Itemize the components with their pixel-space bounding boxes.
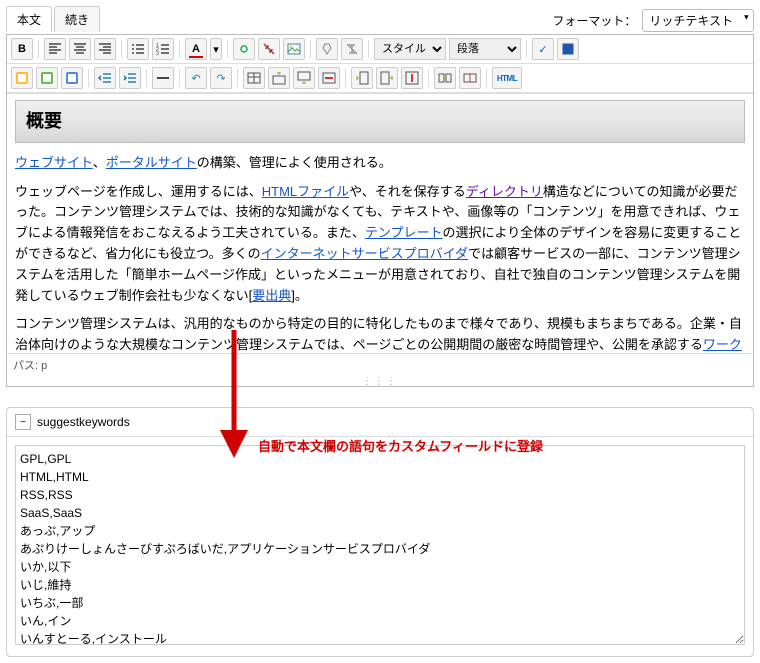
toolbar-row-2: ↶ ↷ HTML [7,64,753,93]
paragraph-3: コンテンツ管理システムは、汎用的なものから特定の目的に特化したものまで様々であり… [15,314,745,353]
table-delete-col-button[interactable] [401,67,423,89]
content-heading: 概要 [15,100,745,143]
unordered-list-button[interactable] [127,38,149,60]
collapse-toggle[interactable]: − [15,414,31,430]
spellcheck-button[interactable]: ✓ [532,38,554,60]
unlink-button[interactable] [258,38,280,60]
paragraph-2: ウェッブページを作成し、運用するには、HTMLファイルや、それを保存するディレク… [15,182,745,307]
editor-content[interactable]: 概要 ウェブサイト、ポータルサイトの構築、管理によく使用される。 ウェッブページ… [7,93,753,353]
remove-format-button[interactable] [341,38,363,60]
table-row-before-button[interactable] [268,67,290,89]
editor-tabs: 本文 続き [6,6,100,32]
clean-button[interactable] [316,38,338,60]
table-button[interactable] [243,67,265,89]
toolbar-row-1: B 123 A ▾ スタイル 段落 ✓ [7,35,753,64]
link-button[interactable] [233,38,255,60]
keywords-textarea[interactable] [15,445,745,645]
tab-body[interactable]: 本文 [6,6,52,32]
merge-cells-button[interactable] [434,67,456,89]
align-center-button[interactable] [69,38,91,60]
tab-continue[interactable]: 続き [54,6,100,32]
table-col-before-button[interactable] [351,67,373,89]
rich-text-editor: B 123 A ▾ スタイル 段落 ✓ ↶ ↷ [6,34,754,387]
format-label: フォーマット： [552,12,636,29]
link-html-file[interactable]: HTMLファイル [262,184,349,199]
resize-handle[interactable]: ⋮⋮⋮ [7,376,753,386]
wp-gallery-button[interactable] [11,67,33,89]
indent-button[interactable] [119,67,141,89]
redo-button[interactable]: ↷ [210,67,232,89]
ordered-list-button[interactable]: 123 [152,38,174,60]
align-left-button[interactable] [44,38,66,60]
table-row-after-button[interactable] [293,67,315,89]
image-button[interactable] [283,38,305,60]
fullscreen-button[interactable] [557,38,579,60]
hr-button[interactable] [152,67,174,89]
link-portal[interactable]: ポータルサイト [106,155,197,170]
link-citation-needed[interactable]: 要出典 [252,288,291,303]
html-mode-button[interactable]: HTML [492,67,522,89]
text-color-button[interactable]: A [185,38,207,60]
path-bar: パス: p [7,353,753,376]
split-cells-button[interactable] [459,67,481,89]
align-right-button[interactable] [94,38,116,60]
bold-button[interactable]: B [11,38,33,60]
custom-field-title: suggestkeywords [37,415,130,429]
format-select[interactable]: リッチテキスト [642,9,754,32]
link-website[interactable]: ウェブサイト [15,155,93,170]
paragraph-1: ウェブサイト、ポータルサイトの構築、管理によく使用される。 [15,153,745,174]
link-isp[interactable]: インターネットサービスプロバイダ [261,246,468,261]
svg-text:3: 3 [156,51,159,56]
table-delete-row-button[interactable] [318,67,340,89]
undo-button[interactable]: ↶ [185,67,207,89]
wp-more-button[interactable] [61,67,83,89]
style-select[interactable]: スタイル [374,38,446,60]
custom-field-box: − suggestkeywords [6,407,754,657]
table-col-after-button[interactable] [376,67,398,89]
outdent-button[interactable] [94,67,116,89]
link-directory[interactable]: ディレクトリ [466,184,543,199]
paragraph-select[interactable]: 段落 [449,38,521,60]
link-template[interactable]: テンプレート [365,225,443,240]
wp-media-button[interactable] [36,67,58,89]
text-color-dropdown[interactable]: ▾ [210,38,222,60]
